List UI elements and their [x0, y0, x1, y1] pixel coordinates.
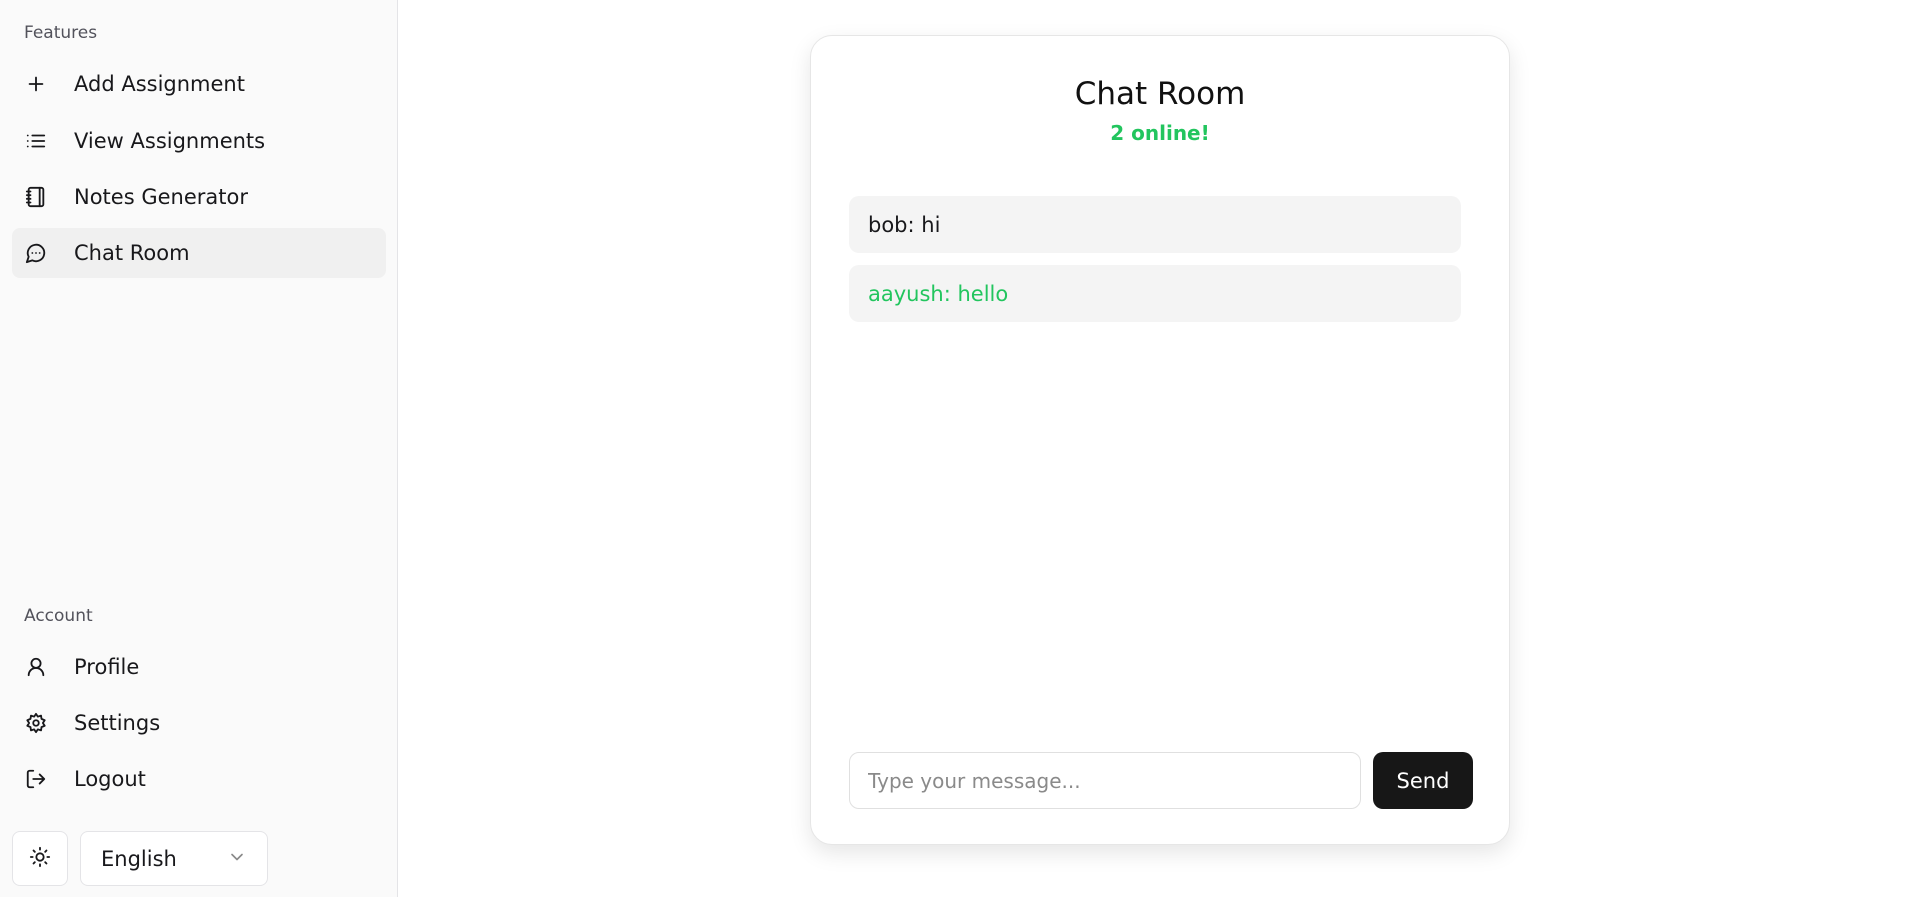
sidebar-item-label: Settings [74, 711, 161, 735]
app-root: Features Add Assignment View Assignments… [0, 0, 1915, 897]
sidebar: Features Add Assignment View Assignments… [0, 0, 398, 897]
online-status: 2 online! [1110, 121, 1210, 145]
message-input[interactable] [849, 752, 1361, 809]
message-list: bob: hi aayush: hello [849, 196, 1461, 334]
chat-message-text: aayush: hello [868, 281, 1009, 306]
chat-message: aayush: hello [849, 265, 1461, 322]
sidebar-item-notes-generator[interactable]: Notes Generator [12, 172, 386, 222]
user-icon [24, 655, 48, 679]
logout-icon [24, 767, 48, 791]
sidebar-item-chat-room[interactable]: Chat Room [12, 228, 386, 278]
sidebar-item-logout[interactable]: Logout [12, 754, 386, 804]
sidebar-item-label: Chat Room [74, 241, 190, 265]
plus-icon [24, 72, 48, 96]
features-section-label: Features [24, 23, 98, 43]
sun-icon [29, 846, 51, 872]
theme-toggle-button[interactable] [12, 831, 68, 886]
send-button[interactable]: Send [1373, 752, 1473, 809]
sidebar-item-label: Notes Generator [74, 185, 248, 209]
language-select[interactable]: English [80, 831, 268, 886]
gear-icon [24, 711, 48, 735]
message-circle-icon [24, 241, 48, 265]
sidebar-item-label: Profile [74, 655, 140, 679]
sidebar-item-view-assignments[interactable]: View Assignments [12, 116, 386, 166]
account-section-label: Account [24, 606, 93, 626]
sidebar-item-profile[interactable]: Profile [12, 642, 386, 692]
chat-card: Chat Room 2 online! bob: hi aayush: hell… [810, 35, 1510, 845]
sidebar-item-label: Add Assignment [74, 72, 245, 96]
sidebar-item-settings[interactable]: Settings [12, 698, 386, 748]
chat-title: Chat Room [1074, 76, 1246, 112]
chevron-down-icon [227, 847, 247, 871]
sidebar-item-add-assignment[interactable]: Add Assignment [12, 59, 386, 109]
chat-message: bob: hi [849, 196, 1461, 253]
notebook-icon [24, 185, 48, 209]
sidebar-item-label: View Assignments [74, 129, 266, 153]
chat-message-text: bob: hi [868, 212, 941, 237]
language-select-value: English [101, 846, 177, 871]
list-icon [24, 129, 48, 153]
sidebar-item-label: Logout [74, 767, 146, 791]
